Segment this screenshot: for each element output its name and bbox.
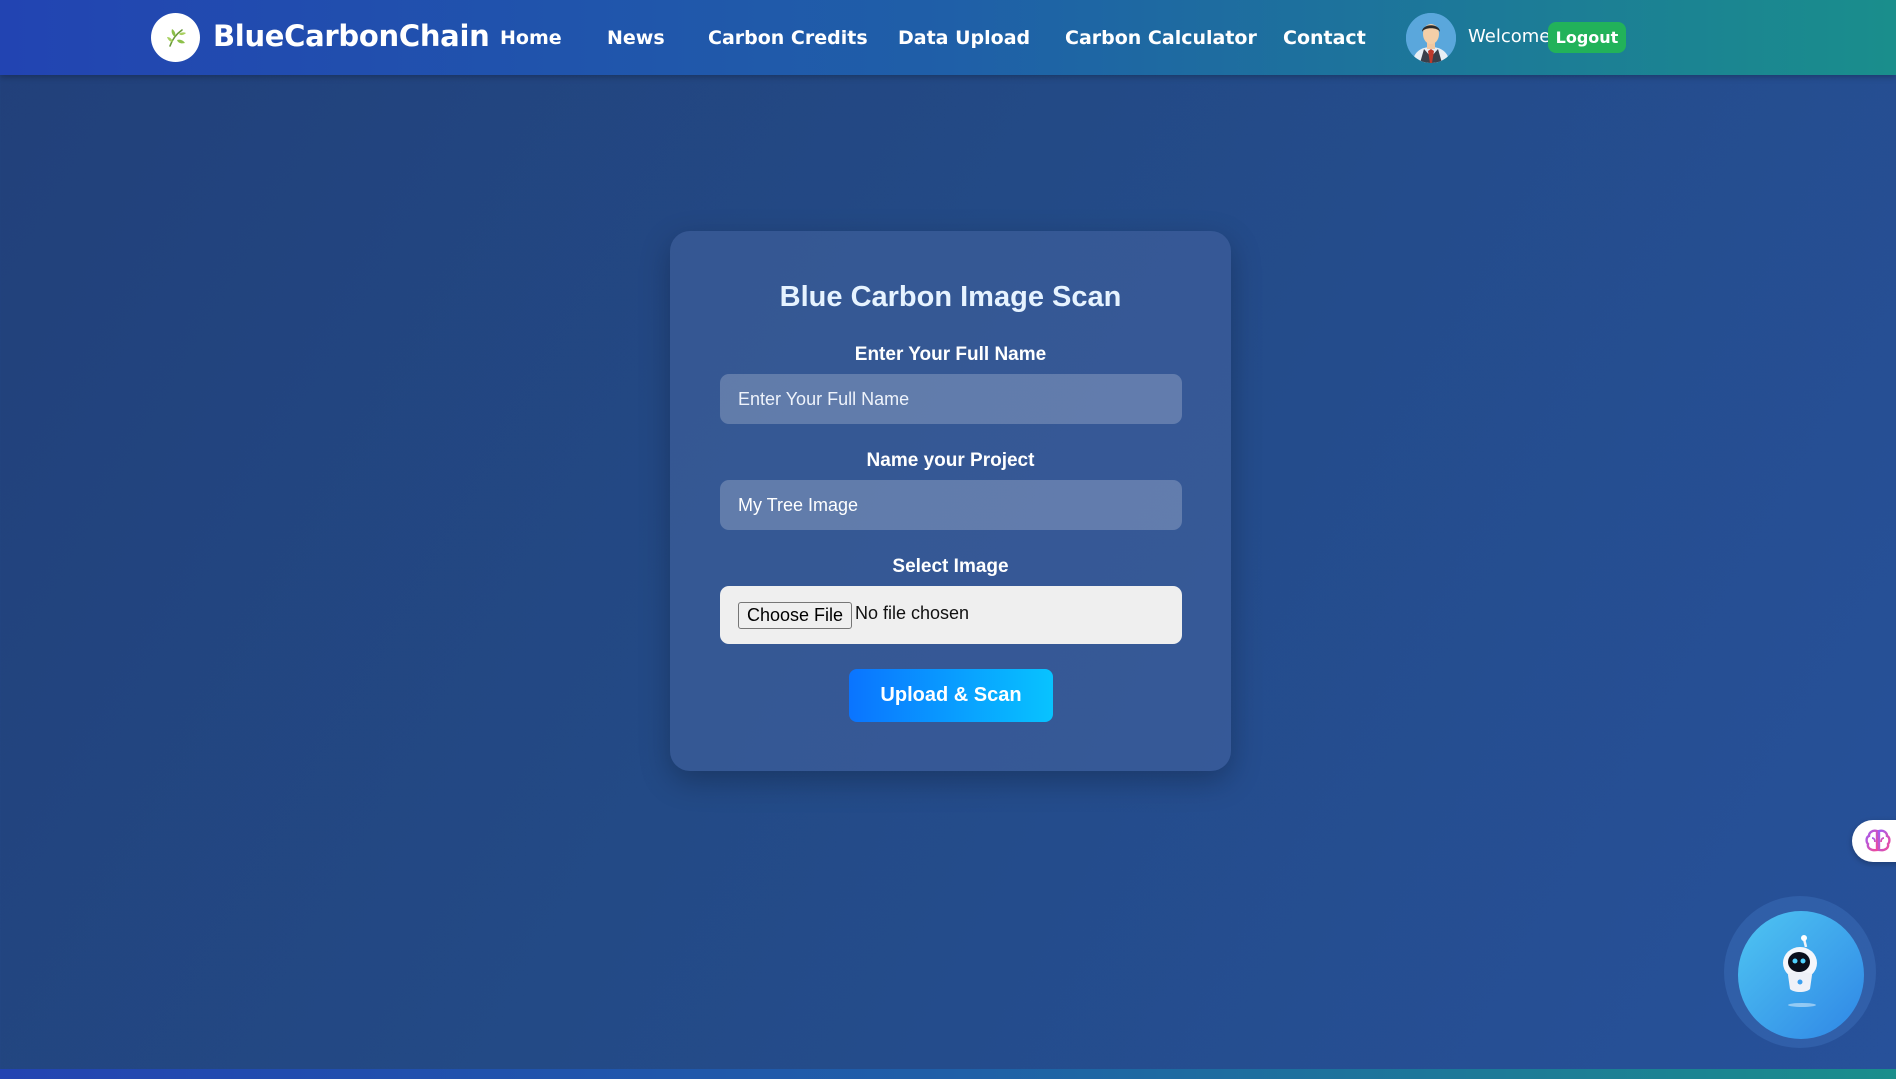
nav-contact[interactable]: Contact [1283,27,1366,49]
full-name-input[interactable] [720,374,1182,424]
user-avatar-icon [1406,13,1456,63]
welcome-text: Welcome, [1468,26,1557,47]
nav-carbon-credits[interactable]: Carbon Credits [708,27,868,49]
leaf-icon [166,28,186,47]
file-input[interactable]: Choose File No file chosen [720,586,1182,644]
brain-icon [1865,829,1891,852]
footer-bar [0,1069,1896,1079]
file-status: No file chosen [855,603,970,623]
logo[interactable] [151,13,200,62]
upload-scan-button[interactable]: Upload & Scan [849,669,1053,722]
project-name-input[interactable] [720,480,1182,530]
choose-file-button[interactable]: Choose File [738,602,853,629]
image-scan-card: Blue Carbon Image Scan Enter Your Full N… [670,231,1231,771]
chatbot-button[interactable] [1738,911,1864,1039]
select-image-label: Select Image [892,556,1009,577]
avatar[interactable] [1406,13,1456,63]
nav-news[interactable]: News [607,27,665,49]
robot-icon [1783,935,1817,1007]
navbar: BlueCarbonChain Home News Carbon Credits… [0,0,1896,75]
nav-carbon-calculator[interactable]: Carbon Calculator [1065,27,1257,49]
project-name-label: Name your Project [866,450,1035,471]
brand-name[interactable]: BlueCarbonChain [213,19,490,53]
form-title: Blue Carbon Image Scan [779,281,1122,313]
ai-assistant-tab[interactable] [1852,820,1896,862]
full-name-label: Enter Your Full Name [854,344,1047,365]
nav-home[interactable]: Home [500,27,562,49]
logout-button[interactable]: Logout [1548,22,1626,53]
nav-data-upload[interactable]: Data Upload [898,27,1030,49]
